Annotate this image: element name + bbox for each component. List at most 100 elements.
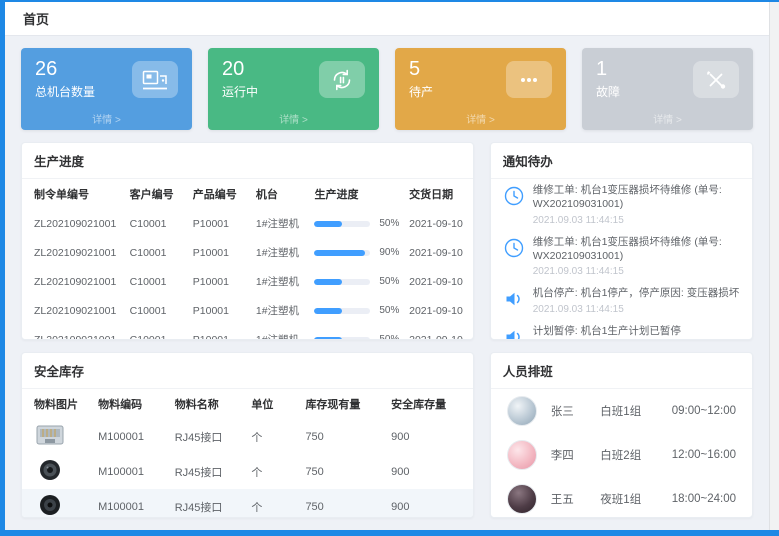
person-name: 张三 — [551, 403, 587, 419]
progress-bar — [314, 221, 370, 227]
notification-item[interactable]: 维修工单: 机台1变压器损坏待维修 (单号: WX202109031001) 2… — [491, 231, 752, 283]
cell-material-image — [22, 489, 94, 517]
cell-machine: 1#注塑机 — [252, 267, 311, 296]
panels-grid: 生产进度 制令单编号 客户编号 产品编号 机台 生产进度 交货日期 — [21, 142, 753, 518]
stat-card-total-machines[interactable]: 26 总机台数量 详情 > — [21, 48, 192, 130]
cell-safety-qty: 900 — [387, 454, 473, 489]
col-delivery-date: 交货日期 — [405, 179, 473, 209]
tools-icon — [693, 61, 739, 98]
stat-card-waiting[interactable]: 5 待产 详情 > — [395, 48, 566, 130]
stat-card-fault[interactable]: 1 故障 详情 > — [582, 48, 753, 130]
shift-time: 09:00~12:00 — [672, 405, 736, 417]
table-row: ZL202109021001 C10001 P10001 1#注塑机 50% 2… — [22, 296, 473, 325]
col-machine: 机台 — [252, 179, 311, 209]
stat-cards-row: 26 总机台数量 详情 > 20 运 — [21, 48, 753, 130]
cell-stock-qty: 750 — [301, 419, 387, 454]
cell-unit: 个 — [247, 419, 301, 454]
col-material-image: 物料图片 — [22, 389, 94, 419]
panel-title-notifications: 通知待办 — [491, 143, 752, 179]
panel-title-production: 生产进度 — [22, 143, 473, 179]
cell-machine: 1#注塑机 — [252, 325, 311, 339]
speaker-icon — [503, 288, 525, 310]
cell-stock-qty: 750 — [301, 489, 387, 517]
col-progress: 生产进度 — [310, 179, 405, 209]
detail-link[interactable]: 详情 > — [208, 111, 379, 126]
cell-product-no: P10001 — [189, 267, 252, 296]
cell-safety-qty: 900 — [387, 419, 473, 454]
cell-progress: 50% — [310, 209, 405, 238]
notification-item[interactable]: 机台停产: 机台1停产，停产原因: 变压器损坏 2021.09.03 11:44… — [491, 282, 752, 320]
cell-machine: 1#注塑机 — [252, 209, 311, 238]
col-material-code: 物料编码 — [94, 389, 171, 419]
progress-label: 50% — [379, 334, 399, 339]
vertical-scrollbar[interactable] — [769, 2, 779, 530]
progress-bar — [314, 337, 370, 339]
notification-text: 计划暂停: 机台1生产计划已暂停 — [533, 325, 681, 339]
notification-time: 2021.09.03 11:44:15 — [533, 266, 740, 277]
table-row: ZL202109021001 C10001 P10001 1#注塑机 50% 2… — [22, 325, 473, 339]
col-stock-qty: 库存现有量 — [301, 389, 387, 419]
cell-material-code: M100001 — [94, 489, 171, 517]
notification-text: 维修工单: 机台1变压器损坏待维修 (单号: WX202109031001) — [533, 184, 740, 212]
clock-icon — [503, 237, 525, 259]
cell-delivery-date: 2021-09-10 — [405, 325, 473, 339]
page-content: 26 总机台数量 详情 > 20 运 — [5, 36, 769, 530]
cell-order-no: ZL202109021001 — [22, 209, 126, 238]
cell-customer-no: C10001 — [126, 238, 189, 267]
inventory-table: 物料图片 物料编码 物料名称 单位 库存现有量 安全库存量 — [22, 389, 473, 517]
production-panel: 生产进度 制令单编号 客户编号 产品编号 机台 生产进度 交货日期 — [21, 142, 474, 340]
clock-icon — [503, 185, 525, 207]
schedule-row: 王五 夜班1组 18:00~24:00 — [491, 477, 752, 517]
cell-order-no: ZL202109021001 — [22, 267, 126, 296]
notification-item[interactable]: 维修工单: 机台1变压器损坏待维修 (单号: WX202109031001) 2… — [491, 179, 752, 231]
table-row: ZL202109021001 C10001 P10001 1#注塑机 50% 2… — [22, 267, 473, 296]
table-row: M100001 RJ45接口 个 750 900 — [22, 419, 473, 454]
cell-stock-qty: 750 — [301, 454, 387, 489]
avatar — [507, 484, 537, 514]
cell-product-no: P10001 — [189, 238, 252, 267]
detail-link[interactable]: 详情 > — [582, 111, 753, 126]
col-material-name: 物料名称 — [171, 389, 248, 419]
cell-machine: 1#注塑机 — [252, 296, 311, 325]
round-connector-image — [34, 458, 66, 485]
cell-product-no: P10001 — [189, 209, 252, 238]
notification-item[interactable]: 计划暂停: 机台1生产计划已暂停 2021.09.03 11:44:15 — [491, 320, 752, 339]
notification-text: 机台停产: 机台1停产，停产原因: 变压器损坏 — [533, 287, 740, 301]
app-window: 首页 26 总机台数量 — [0, 0, 779, 536]
cell-progress: 50% — [310, 296, 405, 325]
schedule-row: 李四 白班2组 12:00~16:00 — [491, 433, 752, 477]
cell-delivery-date: 2021-09-10 — [405, 296, 473, 325]
inventory-panel: 安全库存 物料图片 物料编码 物料名称 单位 库存现有量 安全库存量 — [21, 352, 474, 518]
avatar — [507, 440, 537, 470]
cell-order-no: ZL202109021001 — [22, 325, 126, 339]
detail-link[interactable]: 详情 > — [21, 111, 192, 126]
notifications-panel: 通知待办 维修工单: 机台1变压器损坏待维修 (单号: WX2021090310… — [490, 142, 753, 340]
col-customer-no: 客户编号 — [126, 179, 189, 209]
stat-card-running[interactable]: 20 运行中 详情 > — [208, 48, 379, 130]
col-product-no: 产品编号 — [189, 179, 252, 209]
progress-label: 50% — [379, 305, 399, 316]
panel-title-inventory: 安全库存 — [22, 353, 473, 389]
progress-bar — [314, 250, 370, 256]
cell-delivery-date: 2021-09-10 — [405, 238, 473, 267]
cell-material-code: M100001 — [94, 419, 171, 454]
cell-material-name: RJ45接口 — [171, 489, 248, 517]
col-unit: 单位 — [247, 389, 301, 419]
speaker-icon — [503, 326, 525, 339]
cell-material-image — [22, 454, 94, 489]
progress-bar — [314, 308, 370, 314]
cell-customer-no: C10001 — [126, 325, 189, 339]
person-name: 李四 — [551, 447, 587, 463]
col-order-no: 制令单编号 — [22, 179, 126, 209]
cell-customer-no: C10001 — [126, 209, 189, 238]
cell-progress: 90% — [310, 238, 405, 267]
notification-text: 维修工单: 机台1变压器损坏待维修 (单号: WX202109031001) — [533, 236, 740, 264]
cell-material-code: M100001 — [94, 454, 171, 489]
shift-label: 白班1组 — [600, 403, 657, 419]
ellipsis-icon — [506, 61, 552, 98]
panel-title-schedule: 人员排班 — [491, 353, 752, 389]
speaker-part-image — [34, 493, 66, 517]
sync-icon — [319, 61, 365, 98]
detail-link[interactable]: 详情 > — [395, 111, 566, 126]
shift-label: 夜班1组 — [600, 491, 657, 507]
